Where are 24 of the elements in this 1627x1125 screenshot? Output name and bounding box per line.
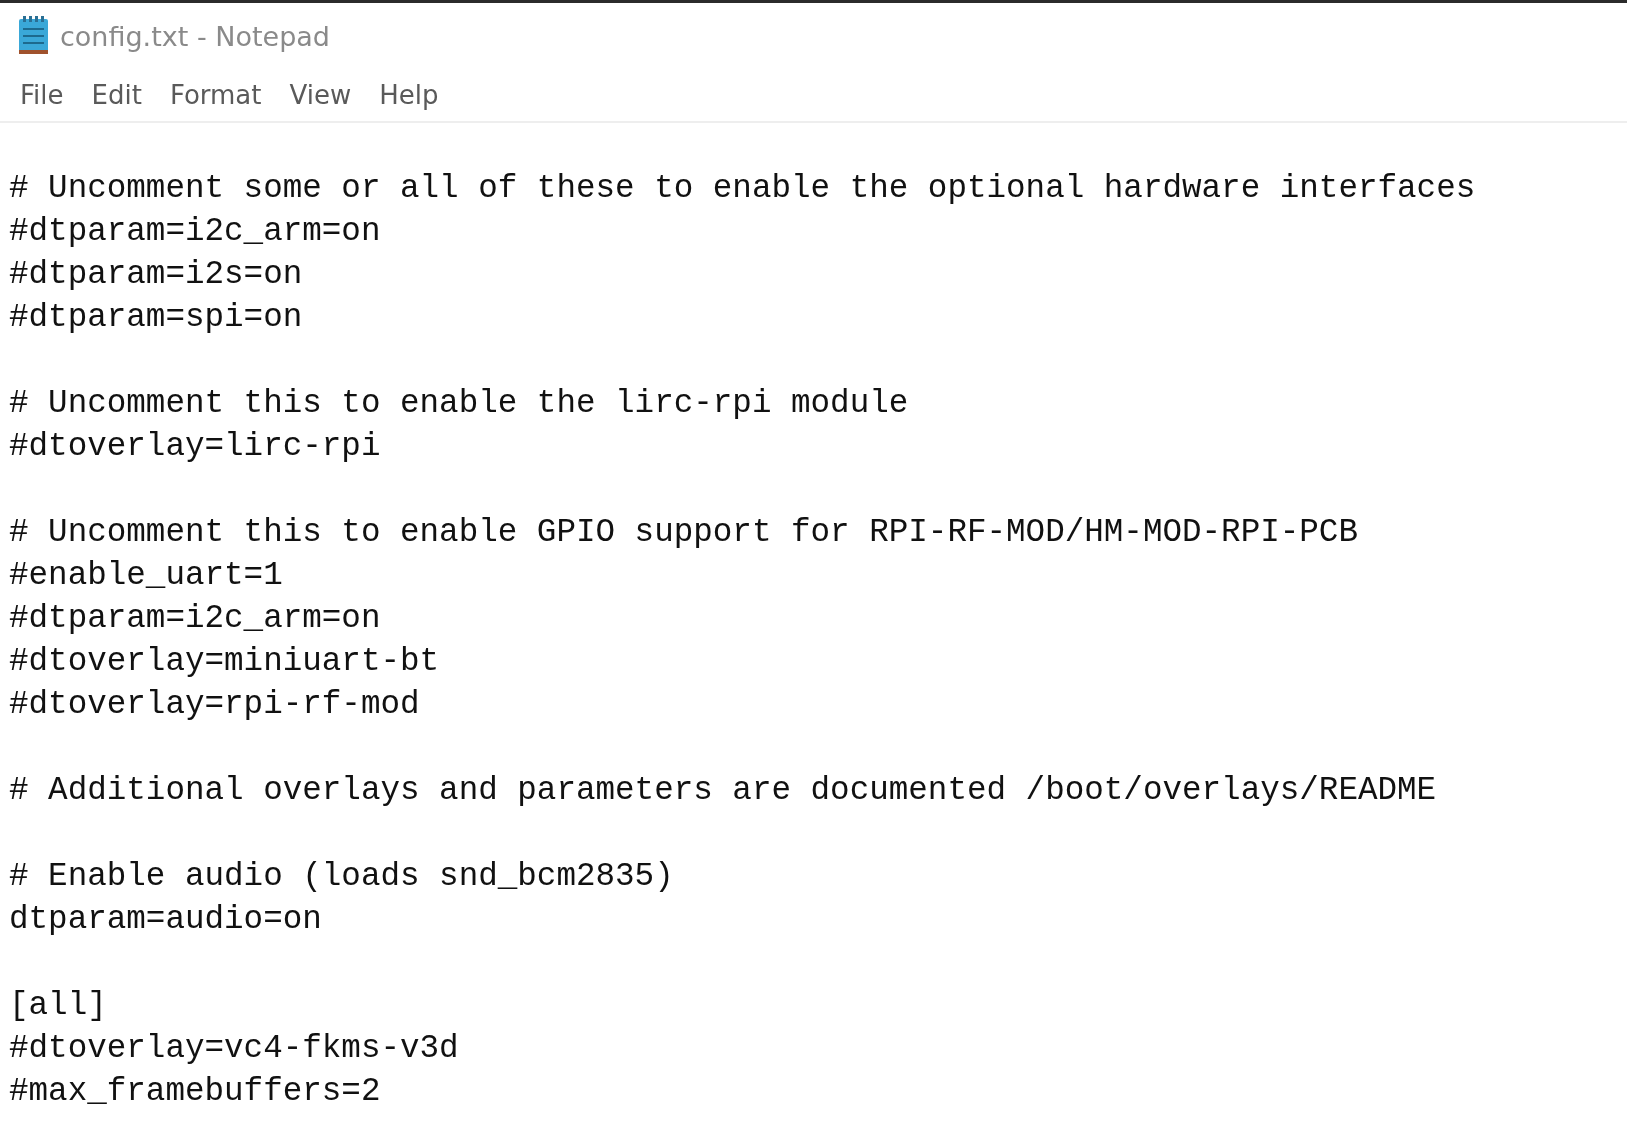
text-line: #dtparam=i2c_arm=on: [9, 599, 382, 639]
menu-item[interactable]: Edit: [79, 78, 154, 112]
menu-item[interactable]: Help: [367, 78, 451, 112]
menu-item[interactable]: View: [277, 78, 364, 112]
text-line: # Uncomment this to enable GPIO support for RPI-RF-MOD/HM-MOD-RPI-PCB: [9, 513, 1359, 553]
text-line: #dtparam=i2c_arm=on: [9, 212, 382, 252]
text-line: #enable_uart=1: [9, 556, 284, 596]
text-line: # Uncomment this to enable the lirc-rpi module: [9, 384, 910, 424]
text-line: [all]: [9, 986, 108, 1026]
menu-item[interactable]: File: [8, 78, 76, 112]
text-line: #max_framebuffers=2: [9, 1072, 382, 1112]
text-line: #dtparam=spi=on: [9, 298, 304, 338]
text-line: #dtoverlay=lirc-rpi: [9, 427, 382, 467]
text-line: #dtoverlay=vc4-fkms-v3d: [9, 1029, 460, 1069]
text-line: # Additional overlays and parameters are documented /boot/overlays/README: [9, 771, 1438, 811]
text-line: dtparam=audio=on: [9, 900, 323, 940]
window-title: config.txt - Notepad: [60, 20, 330, 52]
menu-item[interactable]: Format: [157, 78, 274, 112]
text-line: # Uncomment some or all of these to enable the optional hardware interfaces: [9, 169, 1477, 209]
notepad-icon: [18, 16, 50, 56]
text-line: #dtoverlay=rpi-rf-mod: [9, 685, 421, 725]
text-line: #dtparam=i2s=on: [9, 255, 304, 295]
text-line: # Enable audio (loads snd_bcm2835): [9, 857, 675, 897]
text-line: #dtoverlay=miniuart-bt: [9, 642, 441, 682]
